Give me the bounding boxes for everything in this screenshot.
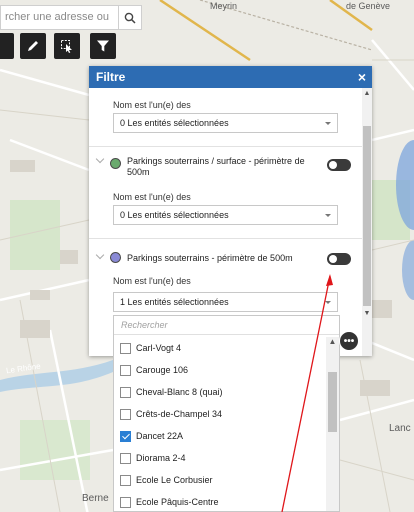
annotation-arrow [281,274,333,512]
